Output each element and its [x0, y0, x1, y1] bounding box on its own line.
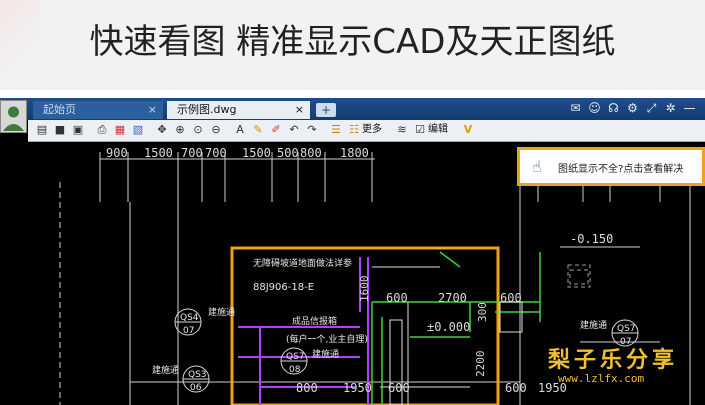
dim-text: 900: [106, 146, 128, 160]
print-icon[interactable]: ⎙: [94, 122, 110, 138]
tab-start-page[interactable]: 起始页 ×: [33, 101, 163, 119]
zoom-out-icon[interactable]: ⊖: [208, 122, 224, 138]
markup-icon[interactable]: ✐: [268, 122, 284, 138]
tab-label: 起始页: [43, 103, 76, 116]
new-tab-button[interactable]: +: [316, 103, 336, 117]
more-label[interactable]: 更多: [362, 122, 382, 138]
save-as-icon[interactable]: ▣: [70, 122, 86, 138]
dim-text: 800: [296, 381, 318, 395]
redo-icon[interactable]: ↷: [304, 122, 320, 138]
text-icon[interactable]: A: [232, 122, 248, 138]
pan-icon[interactable]: ✥: [154, 122, 170, 138]
vip-icon[interactable]: V: [460, 122, 476, 138]
toolbar: ▤ ■ ▣ ⎙ ▦ ▧ ✥ ⊕ ⊙ ⊖ A ✎ ✐ ↶ ↷ ☰ ☷ 更多 ≋ ☑…: [28, 120, 705, 142]
undo-icon[interactable]: ↶: [286, 122, 302, 138]
tag-text: 07: [183, 326, 194, 336]
dim-text: 2700: [438, 291, 467, 305]
gear-icon[interactable]: ✲: [661, 101, 680, 115]
tab-label: 示例图.dwg: [177, 103, 237, 116]
drawing-label: 建施通: [208, 306, 235, 318]
drawing-label: 建施通: [580, 319, 607, 331]
edit-label[interactable]: 编辑: [428, 122, 448, 138]
dim-text: 1500: [144, 146, 173, 160]
tab-close-icon[interactable]: ×: [295, 101, 304, 119]
dim-text: 600: [500, 291, 522, 305]
hand-pointer-icon: ☝: [532, 157, 542, 176]
tag-text: 08: [289, 365, 301, 375]
tag-text: 06: [190, 383, 202, 393]
title-bar: 起始页 × 示例图.dwg × + ✉ ☺ ☊ ⚙ ⤢ ✲ —: [0, 98, 705, 120]
more-icon[interactable]: ☷: [346, 122, 362, 138]
tag-text: QS3: [188, 370, 207, 380]
edit-icon[interactable]: ☑: [412, 122, 428, 138]
dim-text: 1600: [358, 276, 371, 303]
elevation-text: ±0.000: [427, 320, 470, 334]
dim-text: 1500: [242, 146, 271, 160]
dim-text: 600: [388, 381, 410, 395]
avatar[interactable]: [0, 100, 27, 133]
tab-close-icon[interactable]: ×: [148, 101, 157, 119]
zoom-window-icon[interactable]: ⊙: [190, 122, 206, 138]
open-icon[interactable]: ▤: [34, 122, 50, 138]
dim-text: 600: [386, 291, 408, 305]
window-icons: ✉ ☺ ☊ ⚙ ⤢ ✲ —: [566, 101, 699, 117]
drawing-label: 建施通: [312, 348, 339, 360]
promo-banner: 快速看图 精准显示CAD及天正图纸: [0, 0, 705, 90]
tag-text: QS7: [617, 324, 636, 334]
dim-text: 500: [277, 146, 299, 160]
drawing-label: 成品信报箱: [292, 315, 337, 327]
person-icon[interactable]: ☺: [585, 101, 604, 115]
watermark-name: 梨子乐分享: [548, 347, 679, 373]
settings-icon[interactable]: ⚙: [623, 101, 642, 115]
export-icon[interactable]: ▧: [130, 122, 146, 138]
user-icon: [3, 106, 24, 131]
dim-text: 600: [505, 381, 527, 395]
drawing-label: 建施通: [152, 364, 179, 376]
popup-text[interactable]: 图纸显示不全?点击查看解决: [558, 160, 683, 175]
dim-text: 700: [205, 146, 227, 160]
save-icon[interactable]: ■: [52, 122, 68, 138]
layers-icon[interactable]: ≋: [394, 122, 410, 138]
dim-text: 800: [300, 146, 322, 160]
watermark-url: www.lzlfx.com: [558, 372, 645, 385]
elevation-text: -0.150: [570, 232, 613, 246]
drawing-note: 无障碍坡道地面做法详参: [253, 257, 352, 269]
drawing-label: (每户一个,业主自理): [286, 333, 368, 345]
pen-icon[interactable]: ✎: [250, 122, 266, 138]
expand-icon[interactable]: ⤢: [642, 101, 661, 116]
tab-drawing[interactable]: 示例图.dwg ×: [167, 101, 310, 119]
pdf-icon[interactable]: ▦: [112, 122, 128, 138]
drawing-note: 88J906-18-E: [253, 282, 314, 293]
chat-icon[interactable]: ✉: [566, 101, 585, 115]
dim-text: 1950: [343, 381, 372, 395]
display-help-popup[interactable]: ☝ 图纸显示不全?点击查看解决: [517, 147, 705, 186]
dim-text: 300: [476, 302, 489, 322]
layer-icon[interactable]: ☰: [328, 122, 344, 138]
dim-text: 1800: [340, 146, 369, 160]
tag-text: QS4: [180, 313, 199, 323]
dim-text: 700: [181, 146, 203, 160]
banner-title: 快速看图 精准显示CAD及天正图纸: [89, 22, 616, 62]
minimize-icon[interactable]: —: [680, 101, 699, 115]
tag-text: QS7: [286, 352, 305, 362]
zoom-in-icon[interactable]: ⊕: [172, 122, 188, 138]
headset-icon[interactable]: ☊: [604, 101, 623, 115]
dim-text: 2200: [474, 351, 487, 378]
watermark: 梨子乐分享 www.lzlfx.com: [540, 342, 700, 392]
